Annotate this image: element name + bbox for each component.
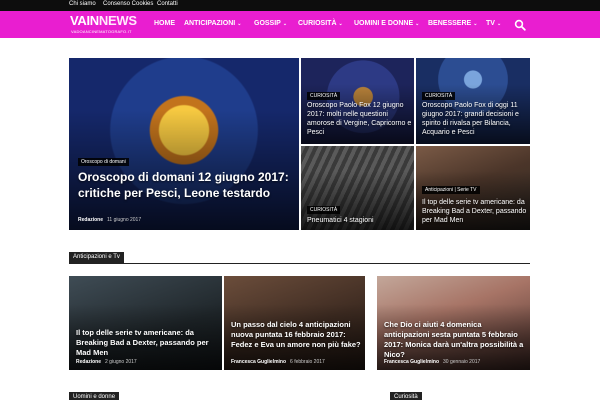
article-author[interactable]: Redazione [76, 359, 101, 365]
article-date: 6 febbraio 2017 [290, 359, 325, 365]
article-date: 30 gennaio 2017 [443, 359, 481, 365]
article-title[interactable]: Il top delle serie tv americane: da Brea… [76, 328, 221, 358]
category-label[interactable]: Oroscopo di domani [78, 158, 129, 166]
category-label[interactable]: CURIOSITÀ [307, 92, 341, 100]
category-label[interactable]: CURIOSITÀ [307, 206, 341, 214]
nav-item-benessere[interactable]: BENESSERE ⌄ [428, 20, 477, 27]
article-title[interactable]: Pneumatici 4 stagioni [307, 216, 413, 225]
article-card[interactable]: Il top delle serie tv americane: da Brea… [69, 276, 222, 370]
nav-label: CURIOSITÀ [298, 20, 337, 27]
article-card[interactable]: Che Dio ci aiuti 4 domenica anticipazion… [377, 276, 530, 370]
chevron-down-icon: ⌄ [496, 21, 502, 27]
featured-article-top-right[interactable]: CURIOSITÀ Oroscopo Paolo Fox di oggi 11 … [416, 58, 530, 144]
nav-label: HOME [154, 20, 175, 27]
article-title[interactable]: Un passo dal cielo 4 anticipazioni nuova… [231, 320, 365, 350]
article-meta: Redazione 11 giugno 2017 [78, 217, 141, 223]
featured-article-bottom-middle[interactable]: CURIOSITÀ Pneumatici 4 stagioni [301, 146, 414, 230]
nav-label: BENESSERE [428, 20, 472, 27]
nav-label: GOSSIP [254, 20, 281, 27]
search-icon[interactable] [514, 18, 526, 31]
nav-label: TV [486, 20, 495, 27]
section-title[interactable]: Anticipazioni e Tv [69, 252, 124, 264]
nav-label: UOMINI E DONNE [354, 20, 414, 27]
chevron-down-icon: ⌄ [338, 21, 343, 27]
section-header-curiosita: Curiosità [390, 392, 530, 400]
section-header-anticipazioni: Anticipazioni e Tv [69, 252, 530, 264]
article-meta: Redazione 2 giugno 2017 [76, 359, 137, 365]
nav-item-gossip[interactable]: GOSSIP ⌄ [254, 20, 287, 27]
link-contatti[interactable]: Contatti [157, 1, 178, 7]
category-label[interactable]: Anticipazioni | Serie TV [422, 186, 480, 194]
article-author[interactable]: Redazione [78, 217, 103, 223]
nav-item-uomini-e-donne[interactable]: UOMINI E DONNE ⌄ [354, 20, 419, 27]
logo-tagline: VADOANCINEMATOGRAFO.IT [71, 29, 132, 34]
chevron-down-icon: ⌄ [415, 21, 420, 27]
article-title[interactable]: Oroscopo Paolo Fox di oggi 11 giugno 201… [422, 101, 528, 137]
featured-article-top-middle[interactable]: CURIOSITÀ Oroscopo Paolo Fox 12 giugno 2… [301, 58, 414, 144]
logo-text-vain: VAIN [70, 13, 99, 28]
nav-item-anticipazioni[interactable]: ANTICIPAZIONI ⌄ [184, 20, 241, 27]
featured-main-article[interactable]: Oroscopo di domani Oroscopo di domani 12… [69, 58, 299, 230]
top-bar: Chi siamo Consenso Cookies Contatti [0, 0, 600, 11]
article-card[interactable]: Un passo dal cielo 4 anticipazioni nuova… [224, 276, 365, 370]
article-date: 2 giugno 2017 [105, 359, 137, 365]
section-title[interactable]: Curiosità [390, 392, 422, 400]
section-header-uomini-e-donne: Uomini e donne [69, 392, 369, 400]
nav-item-home[interactable]: HOME [154, 20, 175, 27]
search-icon-graphic [514, 19, 526, 31]
section-title[interactable]: Uomini e donne [69, 392, 120, 400]
article-meta: Francesca Guglielmino 30 gennaio 2017 [384, 359, 480, 365]
article-title[interactable]: Oroscopo di domani 12 giugno 2017: criti… [78, 169, 293, 201]
article-author[interactable]: Francesca Guglielmino [231, 359, 286, 365]
chevron-down-icon: ⌄ [473, 21, 478, 27]
nav-label: ANTICIPAZIONI [184, 20, 236, 27]
chevron-down-icon: ⌄ [282, 21, 288, 27]
article-author[interactable]: Francesca Guglielmino [384, 359, 439, 365]
article-meta: Francesca Guglielmino 6 febbraio 2017 [231, 359, 325, 365]
link-consenso-cookies[interactable]: Consenso Cookies [103, 1, 153, 7]
featured-article-bottom-right[interactable]: Anticipazioni | Serie TV Il top delle se… [416, 146, 530, 230]
main-navbar: VAINNEWS VADOANCINEMATOGRAFO.IT HOME ANT… [0, 11, 600, 38]
nav-item-curiosita[interactable]: CURIOSITÀ ⌄ [298, 20, 343, 27]
logo-text-news: NEWS [98, 13, 137, 28]
chevron-down-icon: ⌄ [237, 21, 242, 27]
nav-item-tv[interactable]: TV ⌄ [486, 20, 501, 27]
article-title[interactable]: Oroscopo Paolo Fox 12 giugno 2017: molti… [307, 101, 413, 137]
article-title[interactable]: Che Dio ci aiuti 4 domenica anticipazion… [384, 320, 529, 360]
category-label[interactable]: CURIOSITÀ [422, 92, 456, 100]
link-chi-siamo[interactable]: Chi siamo [69, 1, 96, 7]
article-date: 11 giugno 2017 [107, 217, 142, 223]
article-title[interactable]: Il top delle serie tv americane: da Brea… [422, 198, 530, 225]
site-logo[interactable]: VAINNEWS VADOANCINEMATOGRAFO.IT [70, 14, 140, 36]
